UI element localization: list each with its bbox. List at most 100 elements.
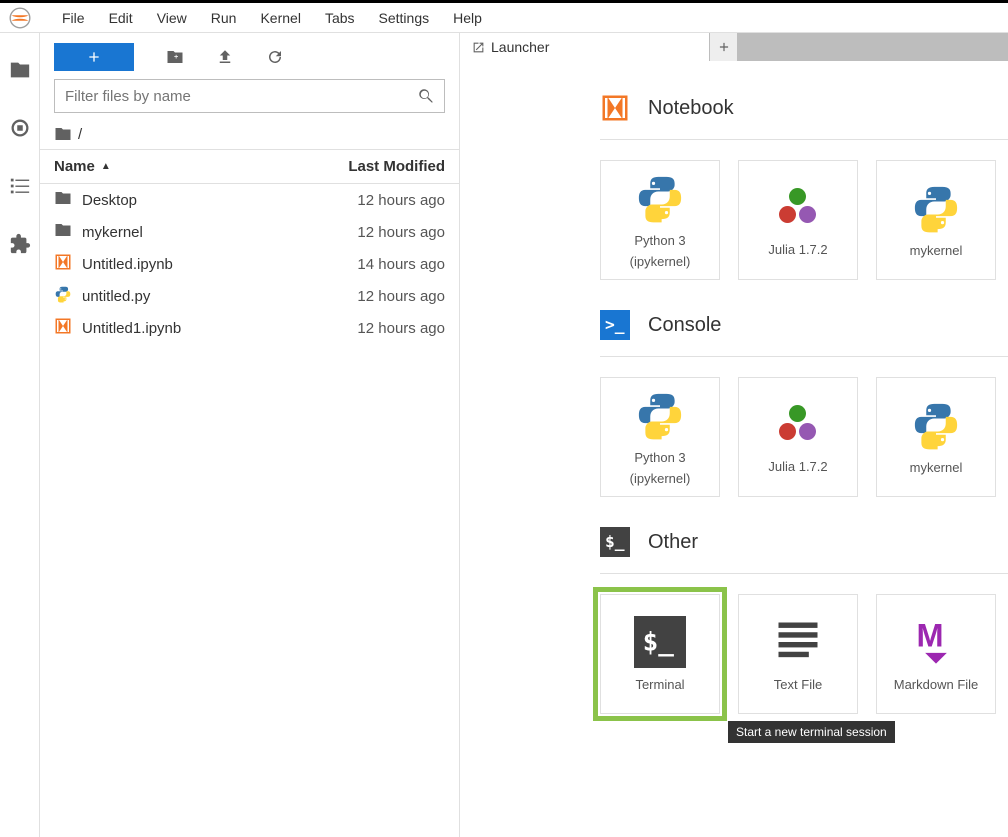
toc-icon[interactable] [9,175,31,197]
tab-add-button[interactable] [710,33,738,61]
launcher-card[interactable]: mykernel [876,160,996,280]
launcher-card[interactable]: Text File [738,594,858,714]
card-label: mykernel [910,460,963,475]
jupyter-logo-icon [6,4,34,32]
file-modified: 12 hours ago [305,288,445,305]
card-sublabel: (ipykernel) [630,471,691,486]
file-name: Desktop [82,192,305,209]
svg-text:$_: $_ [643,628,675,658]
file-list-header: Name ▲ Last Modified [40,150,459,184]
launcher-card[interactable]: Julia 1.7.2 [738,377,858,497]
folder-icon [54,221,82,243]
svg-text:M: M [917,617,944,653]
sort-indicator-icon: ▲ [101,161,111,172]
card-sublabel: (ipykernel) [630,254,691,269]
tabbar: Launcher [460,33,1008,61]
file-row[interactable]: Desktop12 hours ago [40,184,459,216]
new-folder-icon[interactable] [166,48,184,66]
tab-launcher[interactable]: Launcher [460,33,710,61]
menu-run[interactable]: Run [199,6,249,30]
extension-icon[interactable] [9,233,31,255]
card-label: Julia 1.7.2 [768,459,827,474]
launcher-card[interactable]: $_ Terminal [600,594,720,714]
launcher-card[interactable]: Python 3 (ipykernel) [600,160,720,280]
section-title: Notebook [648,97,734,120]
folder-icon [54,189,82,211]
file-modified: 12 hours ago [305,320,445,337]
content-area: Launcher Notebook Python 3 (ipykernel) Jul… [460,33,1008,837]
launcher-card[interactable]: Julia 1.7.2 [738,160,858,280]
file-name: Untitled1.ipynb [82,320,305,337]
search-icon [417,87,435,105]
new-launcher-button[interactable] [54,43,134,71]
file-row[interactable]: Untitled1.ipynb12 hours ago [40,312,459,344]
folder-icon [54,125,72,143]
card-label: mykernel [910,243,963,258]
header-name[interactable]: Name ▲ [54,158,305,175]
python-icon [634,172,686,227]
python-icon [910,399,962,454]
menu-file[interactable]: File [50,6,97,30]
filter-wrap [40,79,459,119]
terminal-icon: $_ [600,527,630,557]
launcher-body: Notebook Python 3 (ipykernel) Julia 1.7.2 m… [460,61,1008,837]
breadcrumb[interactable]: / [40,119,459,150]
plus-icon [717,40,731,54]
file-name: Untitled.ipynb [82,256,305,273]
running-icon[interactable] [9,117,31,139]
launcher-card[interactable]: Python 3 (ipykernel) [600,377,720,497]
menu-kernel[interactable]: Kernel [248,6,312,30]
file-name: mykernel [82,224,305,241]
section-title: Other [648,531,698,554]
file-browser: / Name ▲ Last Modified Desktop12 hours a… [40,33,460,837]
section-console: >_ Console Python 3 (ipykernel) Julia 1.7.… [600,310,1008,497]
python-icon [910,182,962,237]
file-modified: 12 hours ago [305,192,445,209]
notebook-icon [54,253,82,275]
breadcrumb-root: / [78,126,82,143]
file-name: untitled.py [82,288,305,305]
terminal-tooltip: Start a new terminal session [728,721,895,743]
file-row[interactable]: Untitled.ipynb14 hours ago [40,248,459,280]
terminal-icon: $_ [634,616,686,671]
section-title: Console [648,314,721,337]
file-list: Desktop12 hours agomykernel12 hours agoU… [40,184,459,344]
card-label: Markdown File [894,677,979,692]
launch-icon [472,41,485,54]
upload-icon[interactable] [216,48,234,66]
notebook-icon [600,93,630,123]
file-modified: 12 hours ago [305,224,445,241]
section-other: $_ Other $_ Terminal Text File M Markdown Fi… [600,527,1008,714]
julia-icon [772,401,824,453]
menu-help[interactable]: Help [441,6,494,30]
text-file-icon [772,616,824,671]
refresh-icon[interactable] [266,48,284,66]
launcher-card[interactable]: mykernel [876,377,996,497]
console-icon: >_ [600,310,630,340]
markdown-icon: M [910,616,962,671]
filter-input[interactable] [54,79,445,113]
menu-view[interactable]: View [145,6,199,30]
card-label: Text File [774,677,822,692]
folder-icon[interactable] [9,59,31,81]
section-notebook: Notebook Python 3 (ipykernel) Julia 1.7.2 m… [600,93,1008,280]
menu-edit[interactable]: Edit [97,6,145,30]
menu-tabs[interactable]: Tabs [313,6,367,30]
card-label: Python 3 [634,233,685,248]
menu-settings[interactable]: Settings [367,6,442,30]
file-row[interactable]: mykernel12 hours ago [40,216,459,248]
file-modified: 14 hours ago [305,256,445,273]
notebook-icon [54,317,82,339]
card-label: Python 3 [634,450,685,465]
file-row[interactable]: untitled.py12 hours ago [40,280,459,312]
svg-text:$_: $_ [605,532,625,551]
header-modified[interactable]: Last Modified [305,158,445,175]
menubar: File Edit View Run Kernel Tabs Settings … [0,3,1008,33]
julia-icon [772,184,824,236]
python-icon [54,285,82,307]
python-icon [634,389,686,444]
card-label: Julia 1.7.2 [768,242,827,257]
plus-icon [86,49,102,65]
card-label: Terminal [635,677,684,692]
launcher-card[interactable]: M Markdown File [876,594,996,714]
